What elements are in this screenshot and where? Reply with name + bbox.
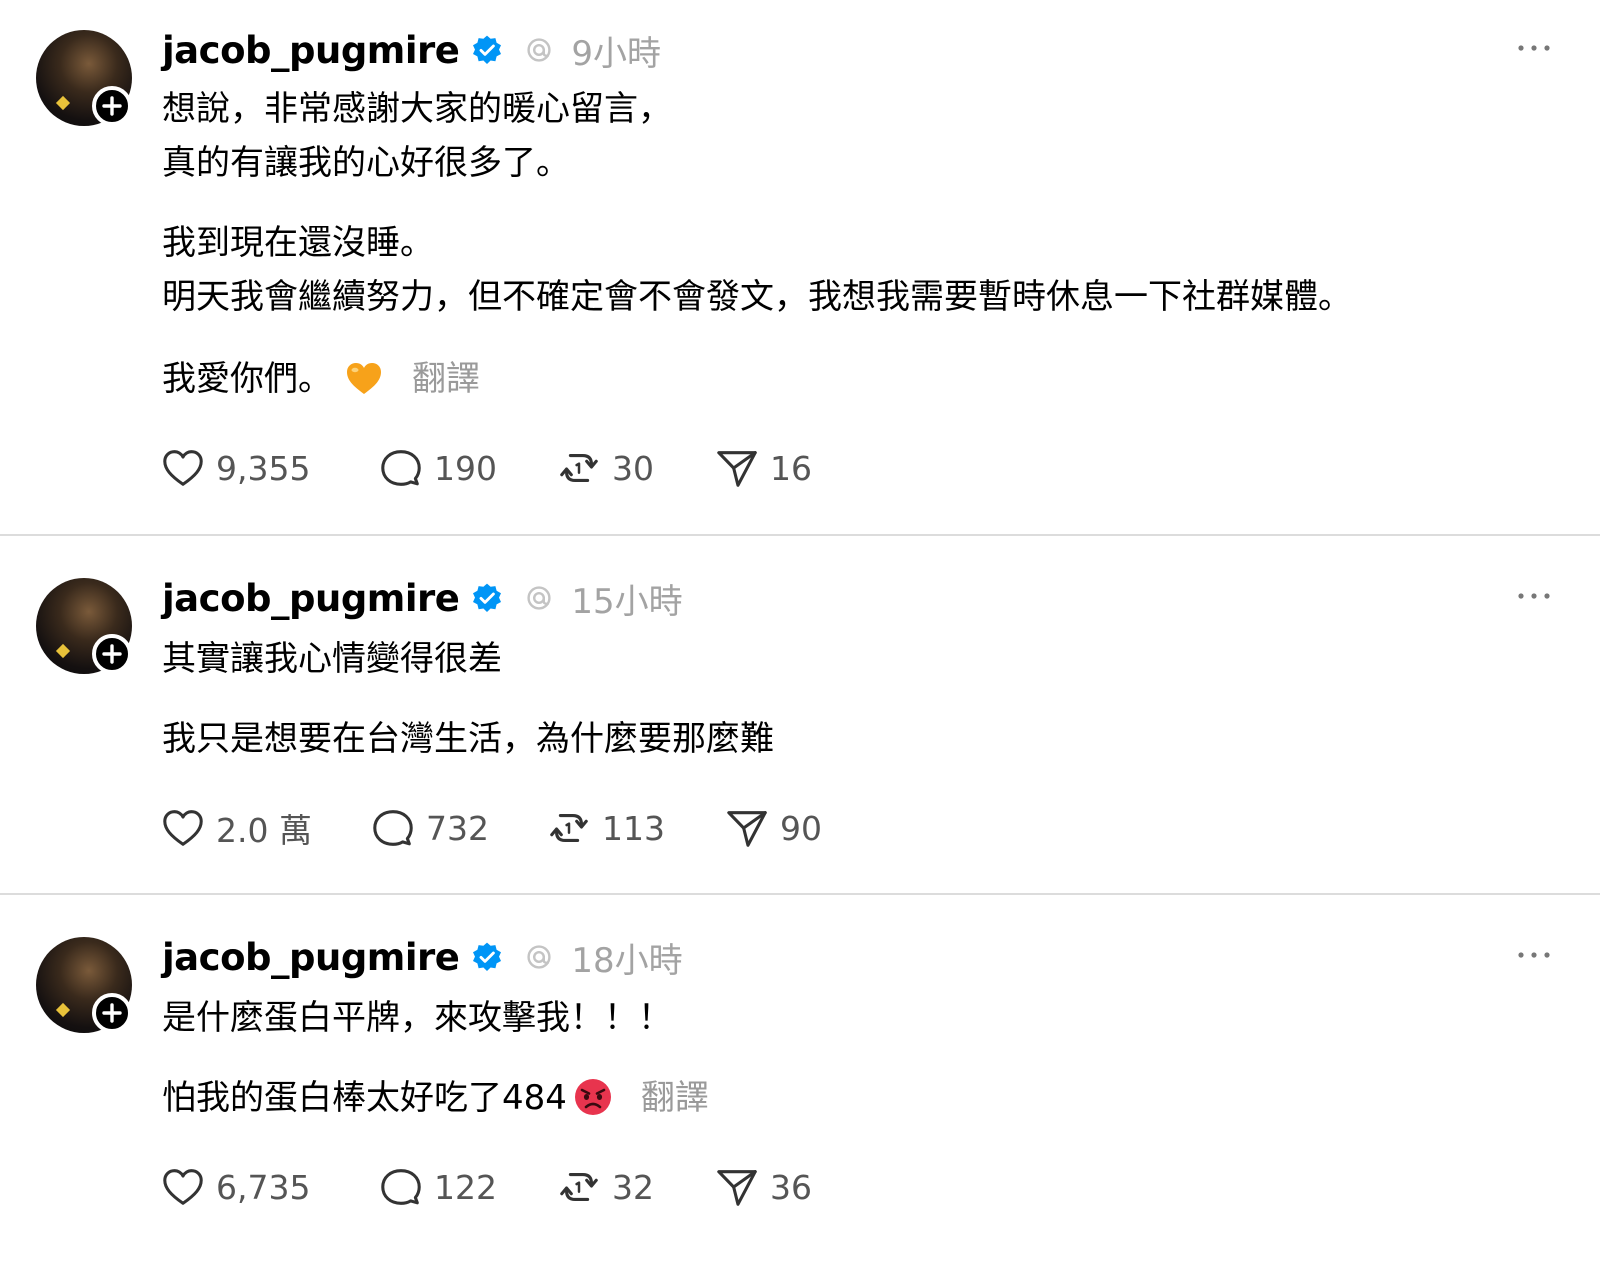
follow-button[interactable]	[92, 634, 132, 674]
repost-button[interactable]: 32	[556, 1164, 714, 1210]
heart-icon	[160, 1164, 206, 1210]
repost-count: 113	[602, 808, 665, 848]
comment-icon	[378, 445, 424, 491]
share-button[interactable]: 90	[724, 805, 822, 851]
share-button[interactable]: 36	[714, 1164, 812, 1210]
repost-button[interactable]: 30	[556, 445, 714, 491]
like-button[interactable]: 2.0 萬	[160, 804, 370, 852]
share-count: 16	[770, 448, 812, 488]
repost-count: 32	[612, 1167, 654, 1207]
comment-icon	[378, 1164, 424, 1210]
like-count: 2.0 萬	[216, 811, 312, 850]
verified-badge-icon	[471, 941, 503, 973]
username[interactable]: jacob_pugmire	[162, 936, 460, 979]
verified-badge-icon	[471, 34, 503, 66]
follow-button[interactable]	[92, 993, 132, 1033]
repost-button[interactable]: 113	[546, 805, 724, 851]
username[interactable]: jacob_pugmire	[162, 577, 460, 620]
send-icon	[714, 1164, 760, 1210]
send-icon	[714, 445, 760, 491]
translate-link[interactable]: 翻譯	[641, 1078, 709, 1118]
share-button[interactable]: 16	[714, 445, 812, 491]
like-button[interactable]: 9,355	[160, 445, 378, 491]
post-timestamp[interactable]: 18小時	[571, 933, 682, 982]
post-paragraph: 是什麼蛋白平牌，來攻擊我！！！	[162, 998, 672, 1038]
post-paragraph: 我只是想要在台灣生活，為什麼要那麼難	[162, 719, 774, 759]
heart-icon	[160, 805, 206, 851]
post-paragraph: 其實讓我心情變得很差	[162, 639, 502, 679]
post-paragraph: 怕我的蛋白棒太好吃了484	[162, 1078, 567, 1118]
orange-heart-emoji	[344, 358, 384, 398]
threads-logo-icon	[523, 582, 555, 614]
repost-icon	[556, 1164, 602, 1210]
post-paragraph: 想說，非常感謝大家的暖心留言， 真的有讓我的心好很多了。	[162, 89, 672, 183]
thread-post: jacob_pugmire 15小時 其實讓我心情變得很差 我只是想要在台灣生活…	[0, 536, 1600, 894]
threads-logo-icon	[523, 941, 555, 973]
send-icon	[724, 805, 770, 851]
heart-icon	[160, 445, 206, 491]
plus-icon	[96, 997, 128, 1029]
username[interactable]: jacob_pugmire	[162, 29, 460, 72]
repost-icon	[556, 445, 602, 491]
plus-icon	[96, 638, 128, 670]
like-button[interactable]: 6,735	[160, 1164, 378, 1210]
more-options-icon	[1514, 945, 1554, 965]
like-count: 6,735	[216, 1167, 311, 1207]
plus-icon	[96, 90, 128, 122]
share-count: 90	[780, 808, 822, 848]
share-count: 36	[770, 1167, 812, 1207]
comment-count: 190	[434, 448, 497, 488]
follow-button[interactable]	[92, 86, 132, 126]
more-options-button[interactable]	[1514, 38, 1554, 58]
post-paragraph: 我愛你們。	[162, 359, 332, 399]
comment-count: 122	[434, 1167, 497, 1207]
post-paragraph-line: 怕我的蛋白棒太好吃了484 翻譯	[162, 1071, 709, 1125]
comment-icon	[370, 805, 416, 851]
more-options-icon	[1514, 38, 1554, 58]
post-timestamp[interactable]: 9小時	[571, 26, 661, 75]
verified-badge-icon	[471, 582, 503, 614]
post-paragraph: 我到現在還沒睡。 明天我會繼續努力，但不確定會不會發文，我想我需要暫時休息一下社…	[162, 223, 1352, 317]
comment-count: 732	[426, 808, 489, 848]
angry-face-emoji	[573, 1077, 613, 1117]
comment-button[interactable]: 122	[378, 1164, 556, 1210]
comment-button[interactable]: 732	[370, 805, 546, 851]
post-paragraph-line: 我愛你們。 翻譯	[162, 352, 480, 406]
more-options-button[interactable]	[1514, 945, 1554, 965]
thread-post: jacob_pugmire 9小時 想說，非常感謝大家的暖心留言， 真的有讓我的…	[0, 0, 1600, 536]
more-options-icon	[1514, 586, 1554, 606]
post-timestamp[interactable]: 15小時	[571, 574, 682, 623]
thread-post: jacob_pugmire 18小時 是什麼蛋白平牌，來攻擊我！！！ 怕我的蛋白…	[0, 895, 1600, 1275]
like-count: 9,355	[216, 448, 311, 488]
more-options-button[interactable]	[1514, 586, 1554, 606]
translate-link[interactable]: 翻譯	[412, 359, 480, 399]
repost-count: 30	[612, 448, 654, 488]
threads-logo-icon	[523, 34, 555, 66]
repost-icon	[546, 805, 592, 851]
comment-button[interactable]: 190	[378, 445, 556, 491]
